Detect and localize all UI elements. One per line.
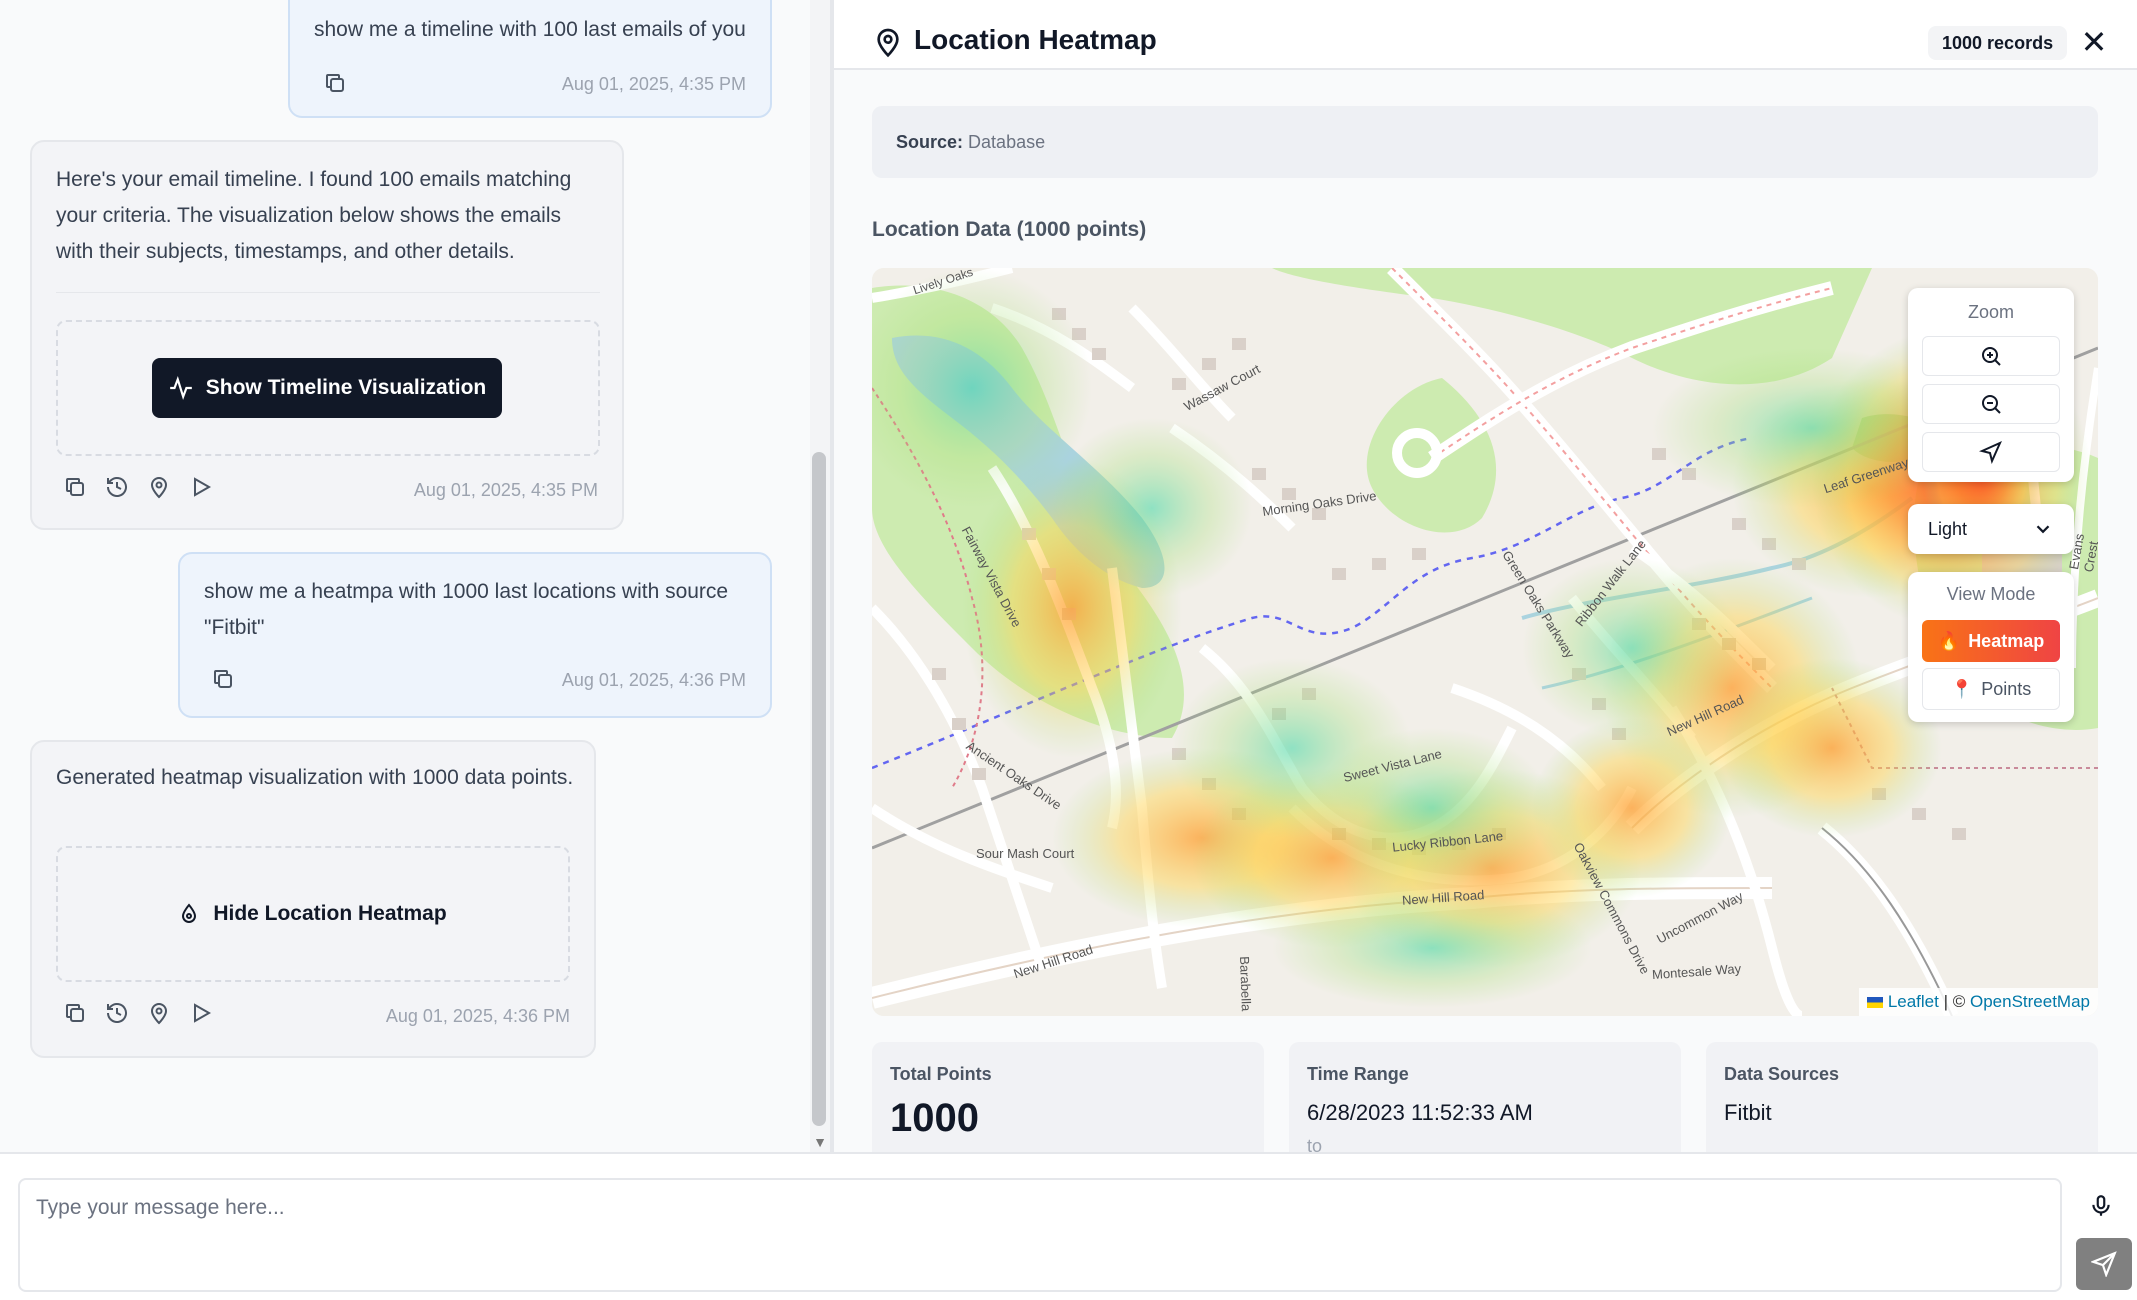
map-pin-icon: [877, 28, 899, 58]
map-attribution: Leaflet | © OpenStreetMap: [1859, 988, 2098, 1016]
view-mode-panel: View Mode 🔥 Heatmap 📍 Points: [1908, 572, 2074, 722]
assistant-message: Generated heatmap visualization with 100…: [30, 740, 596, 1058]
chat-pane[interactable]: show me a timeline with 100 last emails …: [0, 0, 830, 1152]
visualization-container: Hide Location Heatmap: [56, 846, 570, 982]
attribution-separator: | ©: [1938, 992, 1970, 1011]
chevron-down-icon: [2036, 525, 2050, 534]
records-badge: 1000 records: [1928, 26, 2068, 60]
stat-value: 1000: [890, 1096, 979, 1140]
zoom-label: Zoom: [1967, 302, 2014, 322]
user-message: show me a timeline with 100 last emails …: [288, 0, 772, 118]
user-message: show me a heatmpa with 1000 last locatio…: [178, 552, 772, 718]
hide-heatmap-button[interactable]: Hide Location Heatmap: [162, 886, 462, 942]
message-line: "Fitbit": [204, 616, 265, 639]
source-label: Source:: [896, 132, 964, 152]
total-points-card: Total Points 1000: [872, 1042, 1264, 1152]
message-input[interactable]: [18, 1178, 2062, 1292]
composer-bar: [0, 1152, 2137, 1300]
zoom-out-button[interactable]: [1922, 384, 2060, 424]
send-button[interactable]: [2076, 1238, 2132, 1290]
stat-label: Time Range: [1307, 1064, 1409, 1084]
source-info: Source: Database: [872, 106, 2098, 178]
message-line: with their subjects, timestamps, and oth…: [56, 240, 515, 263]
message-timestamp: Aug 01, 2025, 4:36 PM: [561, 670, 746, 690]
close-icon[interactable]: ✕: [2078, 26, 2110, 58]
scroll-down-arrow[interactable]: ▼: [810, 1132, 830, 1152]
chat-scrollbar-thumb[interactable]: [812, 452, 826, 1126]
time-range-start: 6/28/2023 11:52:33 AM: [1307, 1100, 1533, 1125]
send-icon: [2091, 1251, 2117, 1277]
fire-icon: 🔥: [1937, 630, 1961, 651]
copy-icon[interactable]: [60, 998, 90, 1028]
message-line: show me a heatmpa with 1000 last locatio…: [204, 580, 729, 603]
message-line: Here's your email timeline. I found 100 …: [56, 168, 572, 191]
theme-value: Light: [1928, 518, 1968, 539]
navigation-icon: [1979, 441, 2002, 464]
microphone-button[interactable]: [2076, 1182, 2126, 1230]
microphone-icon: [2092, 1195, 2110, 1216]
heatmap-panel: Location Heatmap 1000 records ✕ Source: …: [834, 0, 2137, 1152]
heatmap-mode-button[interactable]: 🔥 Heatmap: [1922, 620, 2060, 662]
heatmap-label: Heatmap: [1968, 630, 2045, 651]
show-timeline-button[interactable]: Show Timeline Visualization: [152, 358, 502, 418]
message-line: your criteria. The visualization below s…: [56, 204, 562, 227]
message-text: show me a timeline with 100 last emails …: [314, 18, 746, 41]
time-range-to: to: [1307, 1136, 1323, 1152]
heatmap-panel-header: Location Heatmap 1000 records ✕: [834, 0, 2137, 70]
message-divider: [56, 292, 600, 293]
view-mode-label: View Mode: [1946, 584, 2036, 604]
copy-icon[interactable]: [320, 68, 350, 98]
stat-label: Total Points: [890, 1064, 992, 1084]
droplet-icon: [182, 903, 197, 923]
button-label: Hide Location Heatmap: [213, 902, 447, 925]
copy-icon[interactable]: [208, 664, 238, 694]
activity-icon: [169, 375, 192, 401]
points-label: Points: [1981, 678, 2032, 699]
assistant-message: Here's your email timeline. I found 100 …: [30, 140, 624, 530]
osm-link[interactable]: OpenStreetMap: [1970, 992, 2090, 1011]
map-pin-icon[interactable]: [144, 998, 174, 1028]
map-canvas[interactable]: Lively Oaks Wassaw Court Morning Oaks Dr…: [872, 268, 2098, 1016]
visualization-container: Show Timeline Visualization: [56, 320, 600, 456]
source-value: Database: [968, 132, 1046, 152]
map-pin-icon[interactable]: [144, 472, 174, 502]
message-timestamp: Aug 01, 2025, 4:36 PM: [385, 1006, 570, 1026]
points-mode-button[interactable]: 📍 Points: [1922, 668, 2060, 710]
copy-icon[interactable]: [60, 472, 90, 502]
play-icon[interactable]: [186, 998, 216, 1028]
history-icon[interactable]: [102, 998, 132, 1028]
time-range-card: Time Range 6/28/2023 11:52:33 AM to: [1289, 1042, 1681, 1152]
zoom-out-icon: [1982, 395, 2001, 414]
zoom-control-panel: Zoom: [1908, 288, 2074, 482]
ukraine-flag-icon: [1867, 997, 1884, 1009]
leaflet-link[interactable]: Leaflet: [1888, 992, 1939, 1011]
zoom-in-icon: [1982, 347, 2001, 366]
message-timestamp: Aug 01, 2025, 4:35 PM: [561, 74, 746, 94]
stat-value: Fitbit: [1724, 1100, 1772, 1125]
map-theme-select[interactable]: Light: [1908, 504, 2074, 554]
app-root: show me a timeline with 100 last emails …: [0, 0, 2137, 1300]
map-label: Barabella: [1237, 956, 1254, 1012]
map-label: Sour Mash Court: [976, 846, 1075, 861]
stat-label: Data Sources: [1724, 1064, 1840, 1084]
button-label: Show Timeline Visualization: [205, 376, 487, 399]
zoom-in-button[interactable]: [1922, 336, 2060, 376]
panel-title: Location Heatmap: [914, 24, 1157, 55]
message-text: Generated heatmap visualization with 100…: [56, 766, 574, 789]
play-icon[interactable]: [186, 472, 216, 502]
pin-icon: 📍: [1950, 678, 1974, 699]
locate-button[interactable]: [1922, 432, 2060, 472]
message-timestamp: Aug 01, 2025, 4:35 PM: [413, 480, 598, 500]
history-icon[interactable]: [102, 472, 132, 502]
data-sources-card: Data Sources Fitbit: [1706, 1042, 2098, 1152]
location-data-title: Location Data (1000 points): [872, 218, 1147, 241]
